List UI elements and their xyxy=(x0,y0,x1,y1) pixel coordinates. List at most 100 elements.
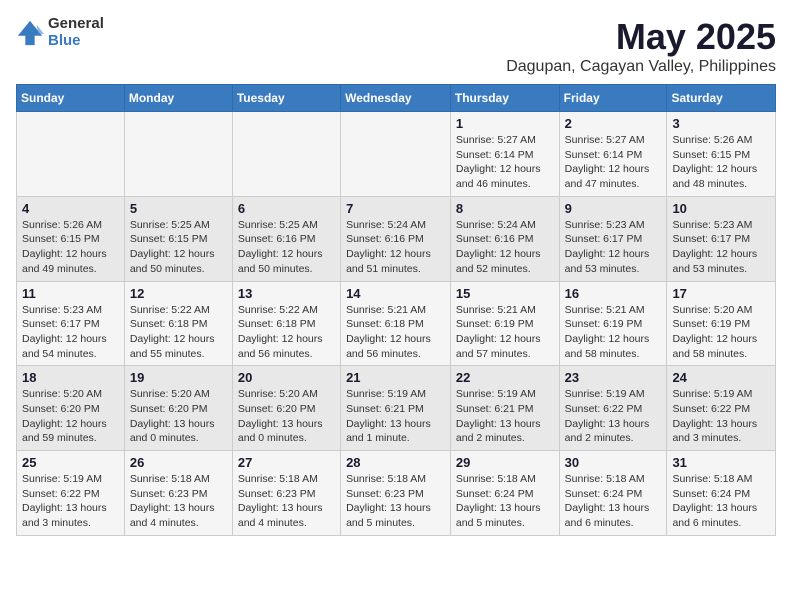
title-area: May 2025 Dagupan, Cagayan Valley, Philip… xyxy=(506,16,776,76)
day-cell: 26Sunrise: 5:18 AMSunset: 6:23 PMDayligh… xyxy=(124,451,232,536)
day-info: Sunrise: 5:18 AMSunset: 6:23 PMDaylight:… xyxy=(130,472,227,531)
day-cell: 10Sunrise: 5:23 AMSunset: 6:17 PMDayligh… xyxy=(667,196,776,281)
day-info: Sunrise: 5:20 AMSunset: 6:20 PMDaylight:… xyxy=(22,387,119,446)
logo-blue: Blue xyxy=(48,33,104,50)
days-header-row: SundayMondayTuesdayWednesdayThursdayFrid… xyxy=(17,85,776,112)
day-cell xyxy=(341,112,451,197)
day-number: 5 xyxy=(130,201,227,216)
day-number: 23 xyxy=(565,370,662,385)
day-cell: 30 Sunrise: 5:18 AMSunset: 6:24 PMDayligh… xyxy=(559,451,667,536)
day-cell: 11 Sunrise: 5:23 AMSunset: 6:17 PMDayligh… xyxy=(17,281,125,366)
day-info: Sunrise: 5:22 AMSunset: 6:18 PMDaylight:… xyxy=(130,303,227,362)
day-info: Sunrise: 5:26 AMSunset: 6:15 PMDaylight:… xyxy=(22,218,119,277)
day-number: 17 xyxy=(672,286,770,301)
day-cell: 22 Sunrise: 5:19 AMSunset: 6:21 PMDayligh… xyxy=(450,366,559,451)
day-number: 12 xyxy=(130,286,227,301)
day-number: 16 xyxy=(565,286,662,301)
day-number: 14 xyxy=(346,286,445,301)
day-number: 27 xyxy=(238,455,335,470)
day-number: 22 xyxy=(456,370,554,385)
day-cell: 28 Sunrise: 5:18 AMSunset: 6:23 PMDayligh… xyxy=(341,451,451,536)
day-info: Sunrise: 5:18 AMSunset: 6:24 PMDaylight:… xyxy=(565,472,662,531)
day-info: Sunrise: 5:23 AMSunset: 6:17 PMDaylight:… xyxy=(565,218,662,277)
day-number: 6 xyxy=(238,201,335,216)
day-cell: 23 Sunrise: 5:19 AMSunset: 6:22 PMDayligh… xyxy=(559,366,667,451)
day-number: 7 xyxy=(346,201,445,216)
week-row-5: 25 Sunrise: 5:19 AMSunset: 6:22 PMDayligh… xyxy=(17,451,776,536)
day-cell xyxy=(17,112,125,197)
week-row-3: 11 Sunrise: 5:23 AMSunset: 6:17 PMDayligh… xyxy=(17,281,776,366)
day-info: Sunrise: 5:18 AMSunset: 6:23 PMDaylight:… xyxy=(238,472,335,531)
day-cell: 19 Sunrise: 5:20 AMSunset: 6:20 PMDayligh… xyxy=(124,366,232,451)
day-number: 21 xyxy=(346,370,445,385)
day-info: Sunrise: 5:18 AMSunset: 6:23 PMDaylight:… xyxy=(346,472,445,531)
day-cell: 1 Sunrise: 5:27 AMSunset: 6:14 PMDaylight… xyxy=(450,112,559,197)
day-info: Sunrise: 5:18 AMSunset: 6:24 PMDaylight:… xyxy=(672,472,770,531)
logo: General Blue xyxy=(16,16,104,49)
week-row-4: 18 Sunrise: 5:20 AMSunset: 6:20 PMDayligh… xyxy=(17,366,776,451)
day-number: 30 xyxy=(565,455,662,470)
day-cell: 17 Sunrise: 5:20 AMSunset: 6:19 PMDayligh… xyxy=(667,281,776,366)
day-info: Sunrise: 5:21 AMSunset: 6:18 PMDaylight:… xyxy=(346,303,445,362)
day-cell xyxy=(124,112,232,197)
day-cell: 21Sunrise: 5:19 AMSunset: 6:21 PMDayligh… xyxy=(341,366,451,451)
day-cell: 5 Sunrise: 5:25 AMSunset: 6:15 PMDaylight… xyxy=(124,196,232,281)
day-cell: 2Sunrise: 5:27 AMSunset: 6:14 PMDaylight… xyxy=(559,112,667,197)
day-header-tuesday: Tuesday xyxy=(232,85,340,112)
day-info: Sunrise: 5:21 AMSunset: 6:19 PMDaylight:… xyxy=(565,303,662,362)
day-header-wednesday: Wednesday xyxy=(341,85,451,112)
day-info: Sunrise: 5:19 AMSunset: 6:21 PMDaylight:… xyxy=(456,387,554,446)
day-info: Sunrise: 5:22 AMSunset: 6:18 PMDaylight:… xyxy=(238,303,335,362)
logo-text: General Blue xyxy=(48,16,104,49)
day-number: 3 xyxy=(672,116,770,131)
day-info: Sunrise: 5:20 AMSunset: 6:19 PMDaylight:… xyxy=(672,303,770,362)
day-info: Sunrise: 5:27 AMSunset: 6:14 PMDaylight:… xyxy=(456,133,554,192)
day-number: 13 xyxy=(238,286,335,301)
day-number: 11 xyxy=(22,286,119,301)
day-info: Sunrise: 5:24 AMSunset: 6:16 PMDaylight:… xyxy=(346,218,445,277)
day-info: Sunrise: 5:18 AMSunset: 6:24 PMDaylight:… xyxy=(456,472,554,531)
day-info: Sunrise: 5:19 AMSunset: 6:22 PMDaylight:… xyxy=(22,472,119,531)
day-cell: 31 Sunrise: 5:18 AMSunset: 6:24 PMDayligh… xyxy=(667,451,776,536)
day-number: 24 xyxy=(672,370,770,385)
day-cell: 13 Sunrise: 5:22 AMSunset: 6:18 PMDayligh… xyxy=(232,281,340,366)
day-cell: 29Sunrise: 5:18 AMSunset: 6:24 PMDayligh… xyxy=(450,451,559,536)
day-info: Sunrise: 5:23 AMSunset: 6:17 PMDaylight:… xyxy=(672,218,770,277)
day-number: 19 xyxy=(130,370,227,385)
day-cell: 4 Sunrise: 5:26 AMSunset: 6:15 PMDaylight… xyxy=(17,196,125,281)
logo-icon xyxy=(16,19,44,47)
day-header-sunday: Sunday xyxy=(17,85,125,112)
day-info: Sunrise: 5:21 AMSunset: 6:19 PMDaylight:… xyxy=(456,303,554,362)
day-cell: 18 Sunrise: 5:20 AMSunset: 6:20 PMDayligh… xyxy=(17,366,125,451)
day-info: Sunrise: 5:20 AMSunset: 6:20 PMDaylight:… xyxy=(238,387,335,446)
day-header-friday: Friday xyxy=(559,85,667,112)
day-info: Sunrise: 5:20 AMSunset: 6:20 PMDaylight:… xyxy=(130,387,227,446)
day-number: 25 xyxy=(22,455,119,470)
main-title: May 2025 xyxy=(506,16,776,58)
day-header-monday: Monday xyxy=(124,85,232,112)
day-number: 8 xyxy=(456,201,554,216)
day-cell: 8Sunrise: 5:24 AMSunset: 6:16 PMDaylight… xyxy=(450,196,559,281)
day-header-thursday: Thursday xyxy=(450,85,559,112)
day-header-saturday: Saturday xyxy=(667,85,776,112)
day-info: Sunrise: 5:23 AMSunset: 6:17 PMDaylight:… xyxy=(22,303,119,362)
day-info: Sunrise: 5:27 AMSunset: 6:14 PMDaylight:… xyxy=(565,133,662,192)
day-number: 31 xyxy=(672,455,770,470)
day-number: 9 xyxy=(565,201,662,216)
day-number: 20 xyxy=(238,370,335,385)
day-number: 4 xyxy=(22,201,119,216)
day-cell: 15Sunrise: 5:21 AMSunset: 6:19 PMDayligh… xyxy=(450,281,559,366)
day-info: Sunrise: 5:19 AMSunset: 6:22 PMDaylight:… xyxy=(565,387,662,446)
day-number: 1 xyxy=(456,116,554,131)
day-cell xyxy=(232,112,340,197)
day-info: Sunrise: 5:26 AMSunset: 6:15 PMDaylight:… xyxy=(672,133,770,192)
week-row-1: 1 Sunrise: 5:27 AMSunset: 6:14 PMDaylight… xyxy=(17,112,776,197)
day-cell: 14 Sunrise: 5:21 AMSunset: 6:18 PMDayligh… xyxy=(341,281,451,366)
day-number: 18 xyxy=(22,370,119,385)
day-cell: 3 Sunrise: 5:26 AMSunset: 6:15 PMDaylight… xyxy=(667,112,776,197)
day-cell: 16 Sunrise: 5:21 AMSunset: 6:19 PMDayligh… xyxy=(559,281,667,366)
day-number: 28 xyxy=(346,455,445,470)
day-info: Sunrise: 5:25 AMSunset: 6:16 PMDaylight:… xyxy=(238,218,335,277)
day-info: Sunrise: 5:25 AMSunset: 6:15 PMDaylight:… xyxy=(130,218,227,277)
day-info: Sunrise: 5:19 AMSunset: 6:22 PMDaylight:… xyxy=(672,387,770,446)
